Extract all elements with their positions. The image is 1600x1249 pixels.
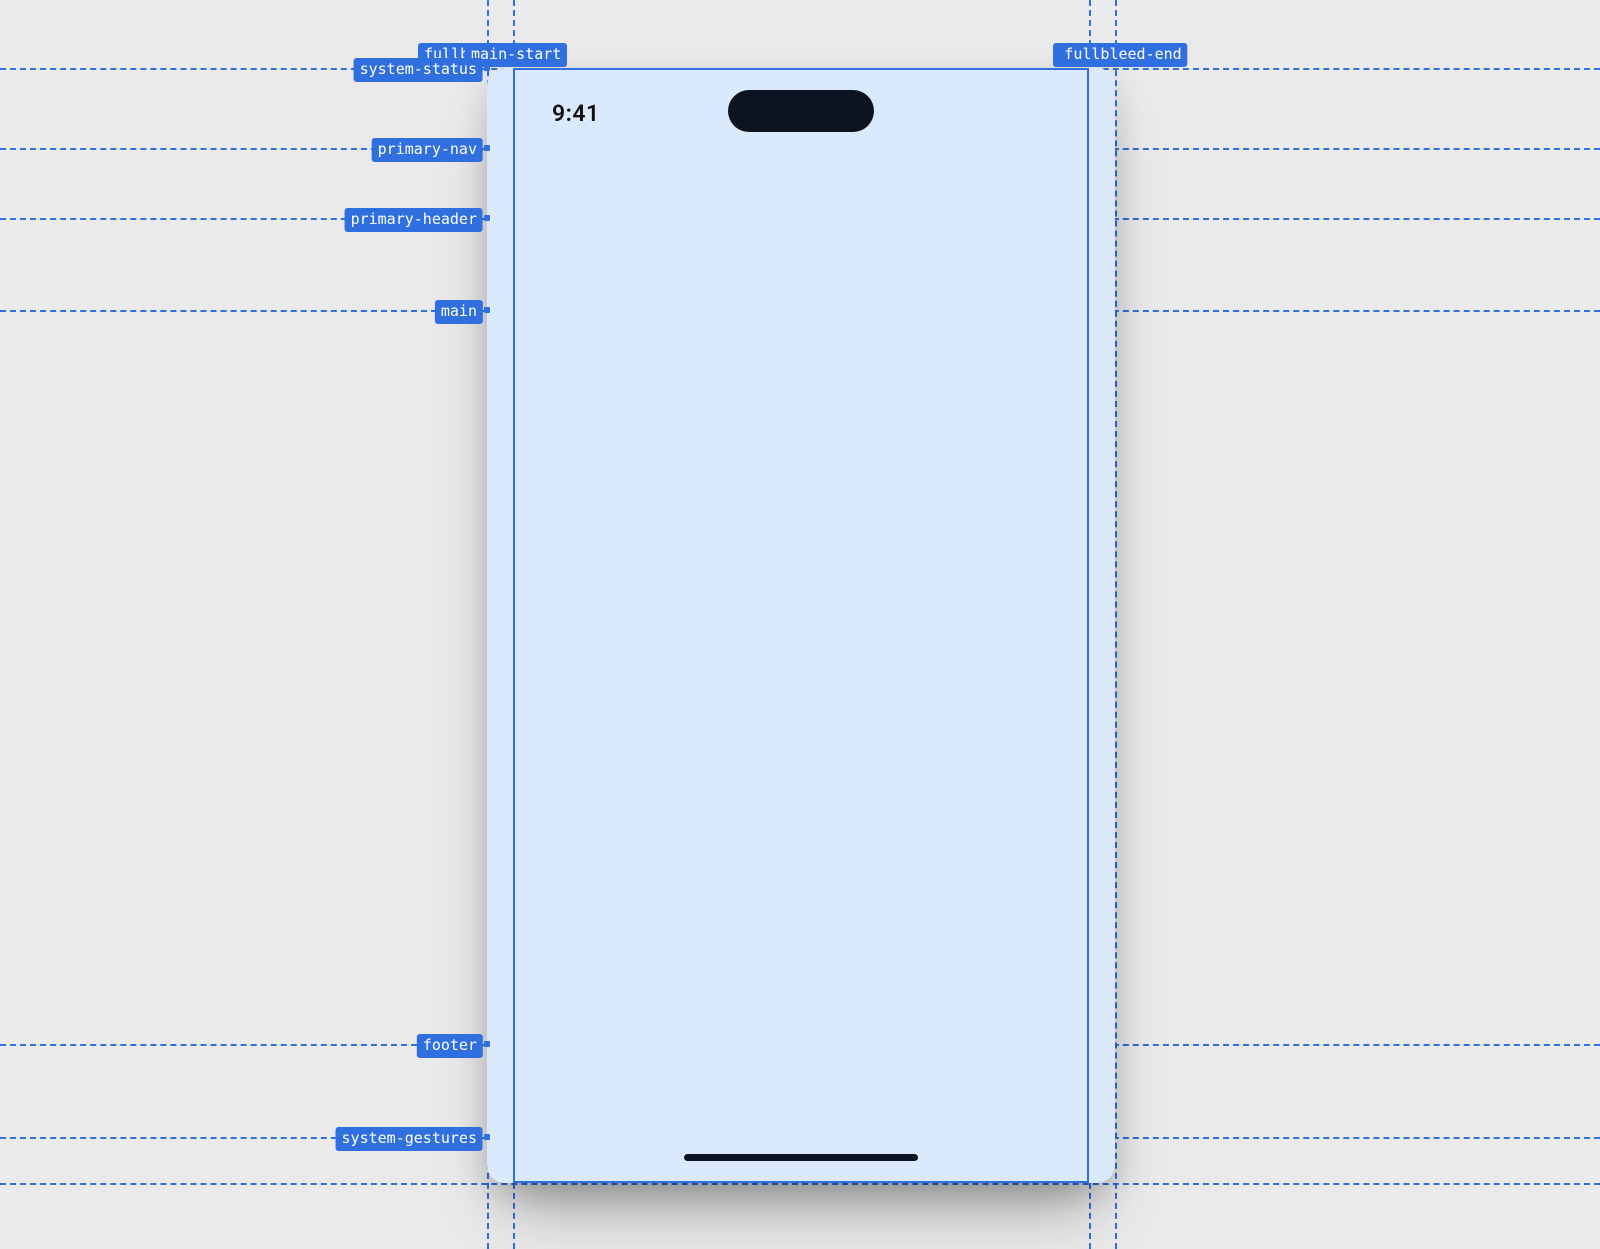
tag-system-status: system-status bbox=[354, 58, 483, 82]
tag-main: main bbox=[435, 300, 483, 324]
guide-v-fullbleed-end bbox=[1115, 0, 1117, 1249]
tick bbox=[484, 1134, 490, 1140]
tag-system-gestures: system-gestures bbox=[336, 1127, 483, 1151]
tag-primary-header: primary-header bbox=[345, 208, 483, 232]
tick bbox=[484, 145, 490, 151]
tick bbox=[484, 215, 490, 221]
tick bbox=[484, 65, 490, 71]
canvas: 9:41 fullbleed-start main-start main-end… bbox=[0, 0, 1600, 1249]
tick bbox=[484, 1041, 490, 1047]
inner-guide-rect bbox=[513, 68, 1089, 1183]
tick bbox=[484, 307, 490, 313]
tag-fullbleed-end: fullbleed-end bbox=[1058, 43, 1187, 67]
tag-primary-nav: primary-nav bbox=[372, 138, 483, 162]
tag-footer: footer bbox=[417, 1034, 483, 1058]
guide-h-system-gestures bbox=[0, 1183, 1600, 1185]
